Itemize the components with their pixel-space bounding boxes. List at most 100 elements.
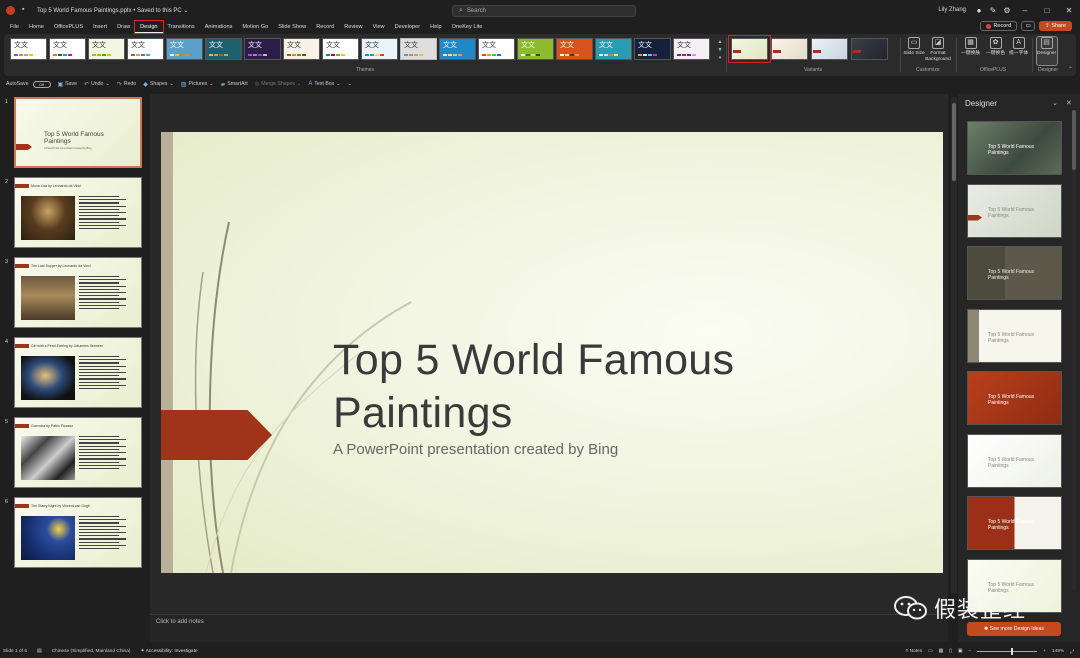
fit-to-window-icon[interactable]: ⤢ bbox=[1070, 649, 1074, 655]
theme-option[interactable]: 文文 bbox=[556, 38, 593, 60]
redo-button[interactable]: ↷ Redo bbox=[117, 81, 136, 88]
collapse-ribbon-icon[interactable]: ⌃ bbox=[1068, 66, 1073, 73]
design-idea-option[interactable]: Top 5 World Famous Paintings bbox=[967, 433, 1062, 488]
theme-option[interactable]: 文文 bbox=[439, 38, 476, 60]
text-box-button[interactable]: A Text Box ⌄ bbox=[308, 81, 340, 87]
tab-draw[interactable]: Draw bbox=[112, 21, 135, 33]
tab-officeplus[interactable]: OfficePLUS bbox=[49, 21, 88, 33]
tab-review[interactable]: Review bbox=[339, 21, 367, 33]
notes-pane[interactable]: Click to add notes bbox=[150, 614, 948, 642]
theme-option[interactable]: 文文 bbox=[595, 38, 632, 60]
reading-view-icon[interactable]: ▯ bbox=[949, 649, 952, 654]
tab-animations[interactable]: Animations bbox=[200, 21, 238, 33]
tab-onekey-lite[interactable]: OneKey Lite bbox=[447, 21, 488, 33]
design-idea-option[interactable]: Top 5 World Famous Paintings bbox=[967, 183, 1062, 238]
record-button[interactable]: Record bbox=[980, 21, 1018, 31]
variant-2[interactable] bbox=[771, 38, 808, 60]
theme-option[interactable]: 文文 bbox=[361, 38, 398, 60]
theme-option[interactable]: 文文 bbox=[283, 38, 320, 60]
slide-title[interactable]: Top 5 World Famous Paintings bbox=[333, 334, 734, 440]
minimize-button[interactable]: – bbox=[1014, 6, 1036, 15]
zoom-in-button[interactable]: + bbox=[1043, 649, 1046, 654]
maximize-button[interactable]: □ bbox=[1036, 6, 1058, 15]
pen-icon[interactable]: ✎ bbox=[986, 6, 1000, 15]
avatar[interactable]: ● bbox=[972, 6, 986, 15]
zoom-out-button[interactable]: – bbox=[968, 649, 971, 654]
design-idea-option[interactable]: Top 5 World Famous Paintings bbox=[967, 121, 1062, 175]
customize-qat-icon[interactable]: ⌄ bbox=[348, 81, 352, 87]
document-title[interactable]: Top 5 World Famous Paintings.pptx • Save… bbox=[37, 7, 188, 14]
theme-option[interactable]: 文文 bbox=[400, 38, 437, 60]
user-name[interactable]: Lily Zhang bbox=[938, 7, 966, 13]
share-button[interactable]: ⇪ Share bbox=[1039, 21, 1072, 31]
themes-gallery-scroll[interactable]: ▲ ▼ ▾ bbox=[716, 38, 724, 62]
slide-subtitle[interactable]: A PowerPoint presentation created by Bin… bbox=[333, 441, 618, 458]
pictures-button[interactable]: ▨ Pictures ⌄ bbox=[181, 81, 214, 88]
close-icon[interactable]: ✕ bbox=[1066, 99, 1072, 107]
zoom-level[interactable]: 149% bbox=[1052, 649, 1064, 654]
officeplus-color-button[interactable]: ✿ 一键换色 bbox=[986, 37, 1005, 57]
editor-scrollbar[interactable] bbox=[951, 97, 957, 593]
zoom-slider[interactable] bbox=[977, 648, 1038, 655]
tab-record[interactable]: Record bbox=[311, 21, 339, 33]
theme-option[interactable]: 文文 bbox=[673, 38, 710, 60]
theme-option[interactable]: 文文 bbox=[10, 38, 47, 60]
normal-view-icon[interactable]: ▭ bbox=[928, 649, 933, 654]
slide-thumbnail[interactable]: The Last Supper by Leonardo da Vinci bbox=[14, 257, 142, 328]
slide-thumbnail[interactable]: Top 5 World Famous Paintings A PowerPoint… bbox=[14, 97, 142, 168]
close-button[interactable]: ✕ bbox=[1058, 6, 1080, 15]
theme-option[interactable]: 文文 bbox=[127, 38, 164, 60]
tab-transitions[interactable]: Transitions bbox=[163, 21, 200, 33]
slide-thumbnail[interactable]: Girl with a Pearl Earring by Johannes Ve… bbox=[14, 337, 142, 408]
see-more-design-ideas-button[interactable]: ✺ See more Design Ideas bbox=[967, 622, 1061, 636]
theme-option[interactable]: 文文 bbox=[634, 38, 671, 60]
tab-help[interactable]: Help bbox=[425, 21, 447, 33]
scrollbar-thumb[interactable] bbox=[952, 103, 956, 181]
tab-file[interactable]: File bbox=[5, 21, 24, 33]
slide-thumbnail[interactable]: Mona Lisa by Leonardo da Vinci bbox=[14, 177, 142, 248]
current-slide[interactable]: Top 5 World Famous Paintings A PowerPoint… bbox=[161, 132, 943, 573]
design-idea-option[interactable]: Top 5 World Famous Paintings bbox=[967, 371, 1062, 425]
settings-icon[interactable]: ⚙ bbox=[1000, 6, 1014, 15]
search-input[interactable]: ⌕ Search bbox=[452, 5, 636, 17]
save-icon[interactable]: ▪ bbox=[22, 6, 30, 14]
theme-option[interactable]: 文文 bbox=[322, 38, 359, 60]
undo-button[interactable]: ↶ Undo ⌄ bbox=[84, 81, 110, 88]
shapes-button[interactable]: ◆ Shapes ⌄ bbox=[143, 81, 174, 88]
tab-slide-show[interactable]: Slide Show bbox=[273, 21, 311, 33]
slideshow-icon[interactable]: ▣ bbox=[958, 649, 963, 654]
theme-option[interactable]: 文文 bbox=[88, 38, 125, 60]
theme-option[interactable]: 文文 bbox=[478, 38, 515, 60]
tab-design[interactable]: Design bbox=[134, 20, 164, 34]
officeplus-font-button[interactable]: A 统一字体 bbox=[1009, 37, 1028, 57]
zoom-slider-handle[interactable] bbox=[1011, 648, 1014, 655]
theme-option[interactable]: 文文 bbox=[49, 38, 86, 60]
tab-view[interactable]: View bbox=[368, 21, 390, 33]
variant-4[interactable] bbox=[851, 38, 888, 60]
notes-toggle[interactable]: ≡ Notes bbox=[905, 649, 922, 654]
designer-button-content[interactable]: ▤ Designer bbox=[1037, 37, 1056, 57]
spellcheck-icon[interactable]: ▤ bbox=[37, 649, 42, 654]
save-button[interactable]: ▣ Save bbox=[58, 81, 78, 88]
tab-insert[interactable]: Insert bbox=[88, 21, 112, 33]
accessibility-indicator[interactable]: ✦ Accessibility: Investigate bbox=[140, 649, 197, 654]
format-background-button[interactable]: ◪ Format Background bbox=[922, 37, 954, 62]
theme-option[interactable]: 文文 bbox=[244, 38, 281, 60]
autosave-toggle[interactable]: AutoSave Off bbox=[6, 80, 51, 88]
variant-3[interactable] bbox=[811, 38, 848, 60]
designer-scrollbar[interactable] bbox=[1072, 110, 1076, 590]
designer-scrollbar-thumb[interactable] bbox=[1072, 110, 1076, 170]
design-idea-option[interactable]: Top 5 World Famous Paintings bbox=[967, 496, 1062, 550]
slide-thumbnail[interactable]: Guernica by Pablo Picasso bbox=[14, 417, 142, 488]
merge-shapes-button[interactable]: ◎ Merge Shapes ⌄ bbox=[255, 81, 302, 87]
tab-motion-go[interactable]: Motion Go bbox=[237, 21, 273, 33]
design-idea-option[interactable]: Top 5 World Famous Paintings bbox=[967, 308, 1062, 363]
tab-developer[interactable]: Developer bbox=[390, 21, 426, 33]
comments-button[interactable]: ▭ bbox=[1021, 21, 1036, 31]
tab-home[interactable]: Home bbox=[24, 21, 49, 33]
slide-sorter-icon[interactable]: ▦ bbox=[939, 649, 944, 654]
theme-option[interactable]: 文文 bbox=[205, 38, 242, 60]
language-indicator[interactable]: Chinese (Simplified, Mainland China) bbox=[52, 649, 131, 654]
design-idea-option[interactable]: Top 5 World Famous Paintings bbox=[967, 246, 1062, 300]
smartart-button[interactable]: ▰ SmartArt bbox=[221, 81, 248, 88]
